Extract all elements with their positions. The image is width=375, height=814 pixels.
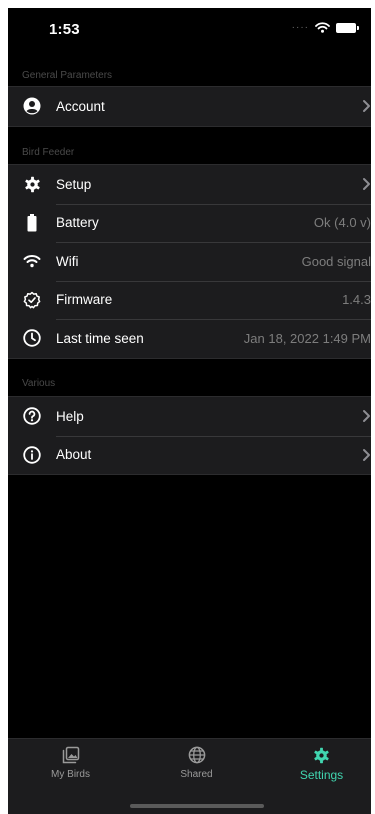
setup-row[interactable]: Setup xyxy=(8,165,371,204)
globe-icon xyxy=(188,746,206,764)
gear-icon xyxy=(313,746,331,764)
status-indicators: ···· xyxy=(292,22,359,33)
battery-status-icon xyxy=(336,22,359,33)
tab-shared[interactable]: Shared xyxy=(136,746,257,780)
about-row[interactable]: About xyxy=(8,435,371,475)
last-seen-label: Last time seen xyxy=(56,330,144,346)
settings-screen: 1:53 ···· General Parameters Account Bir… xyxy=(8,8,371,814)
person-circle-icon xyxy=(22,96,42,116)
tab-settings-label: Settings xyxy=(299,768,344,782)
chevron-right-icon xyxy=(362,99,371,113)
wifi-row: Wifi Good signal xyxy=(8,242,371,281)
status-time: 1:53 xyxy=(49,21,80,38)
tab-shared-label: Shared xyxy=(180,769,213,780)
chevron-right-icon xyxy=(362,448,371,462)
home-indicator[interactable] xyxy=(130,804,264,808)
tab-my-birds-label: My Birds xyxy=(51,769,90,780)
battery-label: Battery xyxy=(56,215,99,231)
photo-icon xyxy=(62,746,80,764)
about-label: About xyxy=(56,447,92,463)
account-row[interactable]: Account xyxy=(8,87,371,126)
clock-icon xyxy=(22,328,42,348)
wifi-value: Good signal xyxy=(301,253,371,269)
status-bar: 1:53 ···· xyxy=(8,8,371,56)
section-header-various: Various xyxy=(22,378,56,389)
group-bird-feeder: Setup Battery Ok (4.0 v) Wifi Good signa… xyxy=(8,164,371,359)
tab-my-birds[interactable]: My Birds xyxy=(10,746,131,780)
section-header-general: General Parameters xyxy=(22,70,113,81)
battery-full-icon xyxy=(22,213,42,233)
info-circle-icon xyxy=(22,445,42,465)
battery-row: Battery Ok (4.0 v) xyxy=(8,203,371,243)
firmware-value: 1.4.3 xyxy=(342,292,371,308)
wifi-icon xyxy=(22,251,42,271)
wifi-status-icon xyxy=(315,22,330,33)
tab-bar: My Birds Shared Settings xyxy=(8,738,371,814)
section-header-bird-feeder: Bird Feeder xyxy=(22,147,75,158)
cellular-signal-icon: ···· xyxy=(291,21,309,33)
chevron-right-icon xyxy=(362,177,371,191)
chevron-right-icon xyxy=(362,409,371,423)
group-various: Help About xyxy=(8,396,371,475)
last-seen-value: Jan 18, 2022 1:49 PM xyxy=(243,330,371,346)
last-seen-row: Last time seen Jan 18, 2022 1:49 PM xyxy=(8,319,371,358)
gear-icon xyxy=(22,174,42,194)
wifi-label: Wifi xyxy=(56,253,79,269)
account-label: Account xyxy=(56,98,105,114)
help-row[interactable]: Help xyxy=(8,397,371,436)
checkmark-seal-icon xyxy=(22,290,42,310)
tab-settings[interactable]: Settings xyxy=(261,746,371,782)
help-label: Help xyxy=(56,408,84,424)
firmware-row: Firmware 1.4.3 xyxy=(8,280,371,320)
battery-value: Ok (4.0 v) xyxy=(313,215,371,231)
firmware-label: Firmware xyxy=(56,292,113,308)
group-general: Account xyxy=(8,86,371,127)
question-circle-icon xyxy=(22,406,42,426)
setup-label: Setup xyxy=(56,176,92,192)
